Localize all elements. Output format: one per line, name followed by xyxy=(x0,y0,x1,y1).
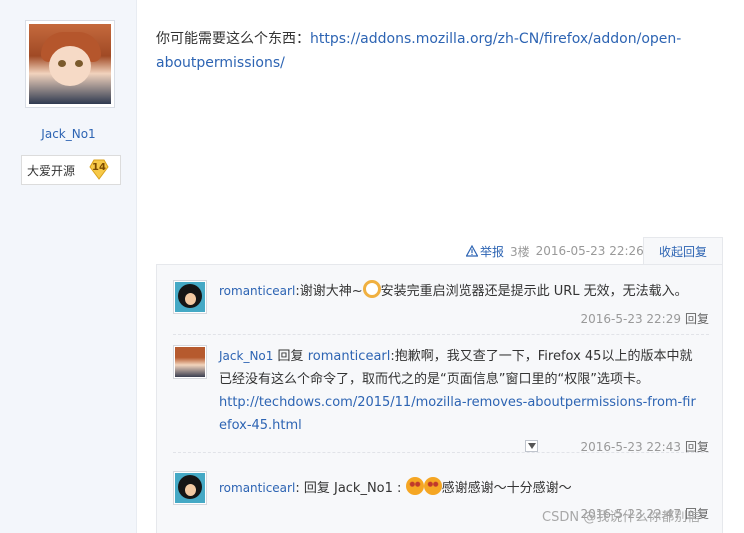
warning-icon xyxy=(466,245,478,257)
reply-word: 回复 xyxy=(277,349,304,364)
reply-text: 感谢感谢～十分感谢～ xyxy=(441,481,572,496)
reply-content: romanticearl: 回复 Jack_No1 : 感谢感谢～十分感谢～ xyxy=(219,477,709,500)
reply-item: Jack_No1 回复 romanticearl:抱歉啊，我又查了一下，Fire… xyxy=(173,345,709,455)
reply-content: Jack_No1 回复 romanticearl:抱歉啊，我又查了一下，Fire… xyxy=(219,345,699,437)
author-avatar[interactable] xyxy=(25,20,115,108)
reply-time: 2016-5-23 22:43 xyxy=(580,440,681,454)
badge-label: 大爱开源 xyxy=(27,163,76,178)
badge-level-number: 14 xyxy=(92,162,106,173)
reply-avatar[interactable] xyxy=(173,280,207,314)
ring-emoji-icon xyxy=(362,280,381,298)
reply-username[interactable]: Jack_No1 xyxy=(219,349,273,363)
member-badge[interactable]: 大爱开源 14 xyxy=(21,155,121,185)
reply-avatar[interactable] xyxy=(173,471,207,505)
reply-text: 谢谢大神~ xyxy=(299,284,363,299)
post-date: 2016-05-23 22:26 xyxy=(535,244,644,258)
report-label: 举报 xyxy=(480,244,505,259)
reply-text-cont: 安装完重启浏览器还是提示此 URL 无效，无法载入。 xyxy=(380,284,688,299)
level-icon: 14 xyxy=(88,158,110,180)
reply-footer: 2016-5-23 22:43 回复 xyxy=(580,438,709,455)
reply-avatar[interactable] xyxy=(173,345,207,379)
reply-target[interactable]: romanticearl xyxy=(308,349,391,364)
avatar-image xyxy=(29,24,111,104)
blush-emoji-icon xyxy=(405,477,424,495)
post-body: 你可能需要这么个东西：https://addons.mozilla.org/zh… xyxy=(156,27,716,75)
collapse-replies-button[interactable]: 收起回复 xyxy=(643,237,723,265)
author-column: Jack_No1 大爱开源 14 xyxy=(0,0,137,533)
post-text: 你可能需要这么个东西： xyxy=(156,31,310,47)
blush-emoji-icon xyxy=(423,477,442,495)
reply-username[interactable]: romanticearl xyxy=(219,284,295,298)
forum-post: Jack_No1 大爱开源 14 你可能需要这么个东西：https://addo… xyxy=(0,0,744,533)
reply-username[interactable]: romanticearl xyxy=(219,481,295,495)
reply-content: romanticearl:谢谢大神~ 安装完重启浏览器还是提示此 URL 无效，无… xyxy=(219,280,709,303)
author-name[interactable]: Jack_No1 xyxy=(0,127,137,141)
reply-word: 回复 xyxy=(303,481,330,496)
reply-button[interactable]: 回复 xyxy=(685,440,709,454)
reply-panel: romanticearl:谢谢大神~ 安装完重启浏览器还是提示此 URL 无效，无… xyxy=(156,264,723,533)
reply-time: 2016-5-23 22:29 xyxy=(580,312,681,326)
watermark: CSDN @我说什么你都别信 xyxy=(542,510,701,525)
report-button[interactable]: 举报 xyxy=(466,243,504,260)
reply-target[interactable]: Jack_No1 xyxy=(334,481,393,496)
chevron-down-icon xyxy=(527,443,536,449)
reply-item: romanticearl:谢谢大神~ 安装完重启浏览器还是提示此 URL 无效，无… xyxy=(173,280,709,335)
reply-link[interactable]: http://techdows.com/2015/11/mozilla-remo… xyxy=(219,395,696,433)
expand-dropdown[interactable] xyxy=(525,440,538,452)
floor-number: 3楼 xyxy=(510,244,530,259)
reply-footer: 2016-5-23 22:29 回复 xyxy=(580,310,709,327)
reply-button[interactable]: 回复 xyxy=(685,312,709,326)
post-meta: 举报 3楼 2016-05-23 22:26 xyxy=(466,240,644,262)
